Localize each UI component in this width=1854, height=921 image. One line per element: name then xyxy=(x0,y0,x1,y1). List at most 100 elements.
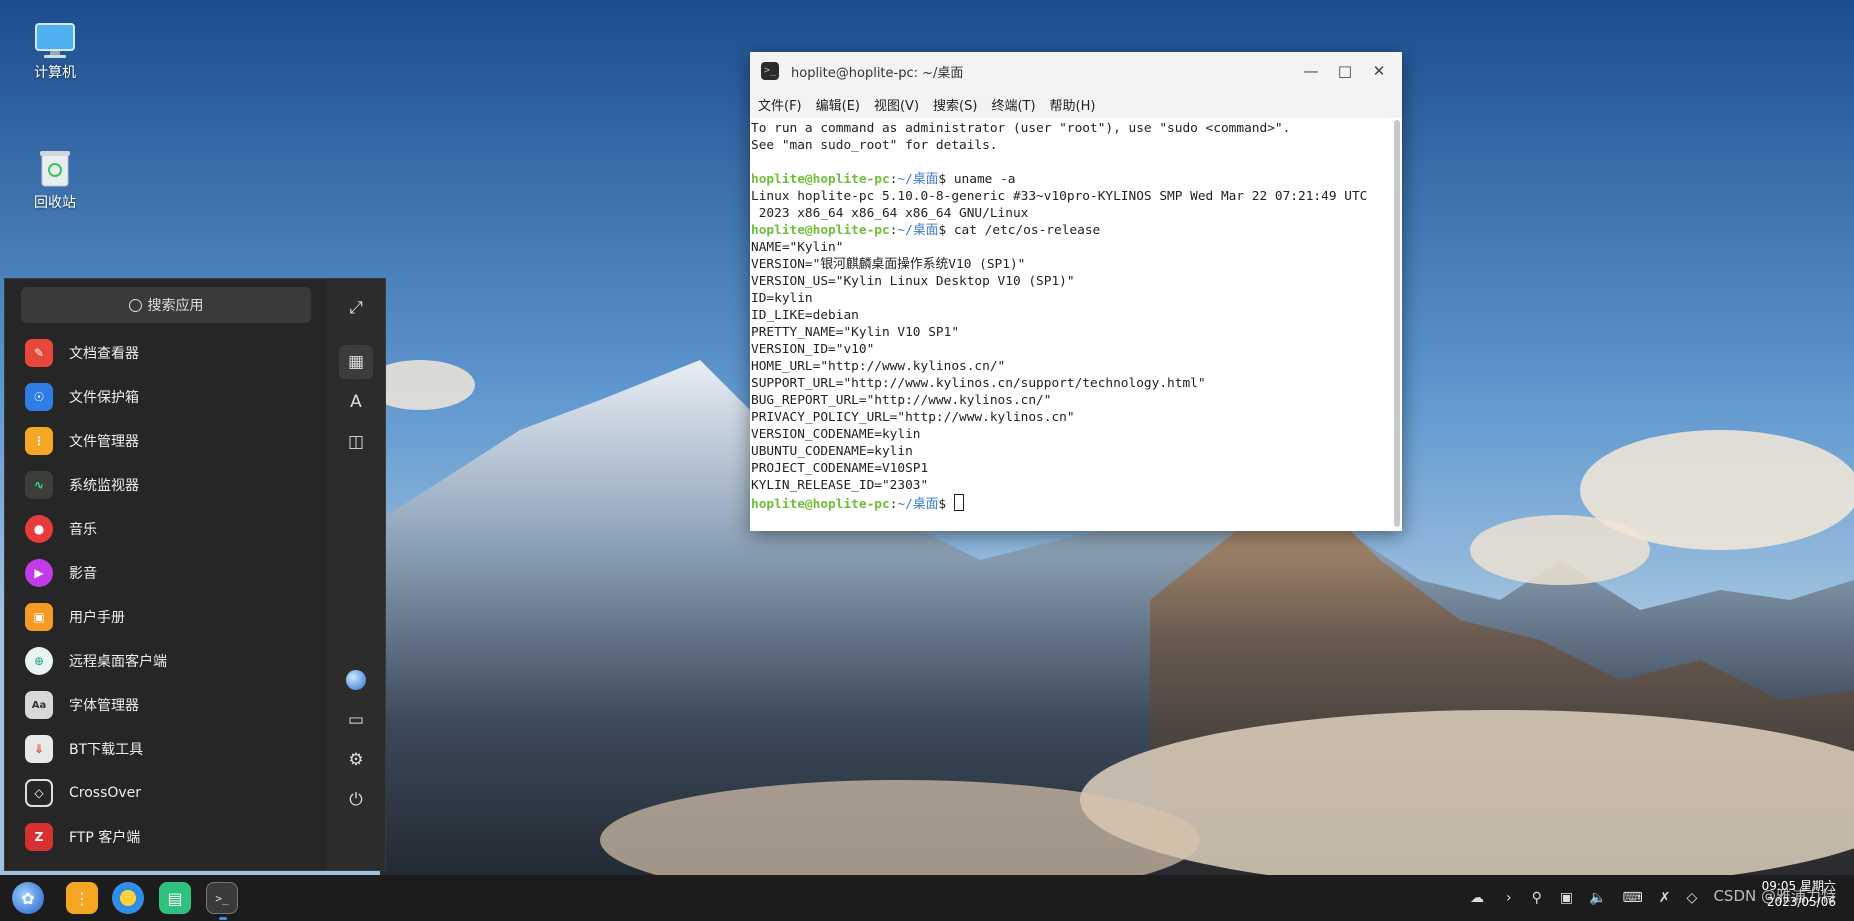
app-item-ftp-client[interactable]: Z FTP 客户端 xyxy=(5,815,327,859)
cloud-icon[interactable]: ☁ xyxy=(1470,890,1484,906)
start-menu-button[interactable]: ✿ xyxy=(12,882,44,914)
start-menu: 搜索应用 ✎ 文档查看器 ☉ 文件保护箱 ⋮ 文件管理器 ∿ 系统监视器 ● 音乐 ▶ 影音… xyxy=(4,278,386,871)
active-window-indicator xyxy=(219,917,227,920)
expand-icon[interactable]: ⤢ xyxy=(339,291,373,325)
all-apps-grid-icon[interactable]: ▦ xyxy=(339,345,373,379)
video-icon: ▶ xyxy=(25,559,53,587)
app-item-system-monitor[interactable]: ∿ 系统监视器 xyxy=(5,463,327,507)
prompt-line: hoplite@hoplite-pc:~/桌面$ uname -a xyxy=(751,172,1016,187)
app-item-font-manager[interactable]: Aa 字体管理器 xyxy=(5,683,327,727)
document-viewer-icon: ✎ xyxy=(25,339,53,367)
text-cursor xyxy=(953,494,964,511)
ftp-client-icon: Z xyxy=(25,823,53,851)
system-monitor-icon: ∿ xyxy=(25,471,53,499)
menu-terminal[interactable]: 终端(T) xyxy=(991,95,1035,114)
volume-icon[interactable]: 🔈 xyxy=(1589,890,1606,906)
settings-icon[interactable]: ⚙ xyxy=(339,743,373,777)
trash-icon xyxy=(37,148,73,187)
output-line: SUPPORT_URL="http://www.kylinos.cn/suppo… xyxy=(751,376,1206,391)
output-line: ID=kylin xyxy=(751,291,813,306)
music-icon: ● xyxy=(25,515,53,543)
close-icon[interactable]: ✕ xyxy=(1362,62,1396,80)
font-manager-icon: Aa xyxy=(25,691,53,719)
app-label: 音乐 xyxy=(69,522,97,538)
terminal-titlebar[interactable]: >_ hoplite@hoplite-pc: ~/桌面 — □ ✕ xyxy=(750,52,1402,90)
menu-search[interactable]: 搜索(S) xyxy=(933,95,977,114)
menu-edit[interactable]: 编辑(E) xyxy=(816,95,860,114)
watermark-text: CSDN @雅浦力特 xyxy=(1713,887,1836,905)
terminal-icon: >_ xyxy=(215,891,229,905)
menu-help[interactable]: 帮助(H) xyxy=(1050,95,1096,114)
minimize-icon[interactable]: — xyxy=(1294,62,1328,80)
output-line: HOME_URL="http://www.kylinos.cn/" xyxy=(751,359,1006,374)
desktop-icon-label: 计算机 xyxy=(34,65,76,81)
app-item-crossover[interactable]: ◇ CrossOver xyxy=(5,771,327,815)
app-label: 影音 xyxy=(69,566,97,582)
app-label: FTP 客户端 xyxy=(69,830,141,846)
file-manager-icon: ⋮ xyxy=(25,427,53,455)
file-safe-icon: ☉ xyxy=(25,383,53,411)
file-manager-icon: ⋮ xyxy=(74,888,90,908)
app-item-video[interactable]: ▶ 影音 xyxy=(5,551,327,595)
output-line: UBUNTU_CODENAME=kylin xyxy=(751,444,913,459)
output-line: PRETTY_NAME="Kylin V10 SP1" xyxy=(751,325,960,340)
taskbar-browser[interactable] xyxy=(112,882,144,914)
output-line: VERSION_CODENAME=kylin xyxy=(751,427,921,442)
notification-icon[interactable]: ▣ xyxy=(1560,890,1573,906)
desktop-icon-trash[interactable]: 回收站 xyxy=(10,148,100,212)
app-list-panel: 搜索应用 ✎ 文档查看器 ☉ 文件保护箱 ⋮ 文件管理器 ∿ 系统监视器 ● 音乐 ▶ 影音… xyxy=(5,279,327,870)
app-list: ✎ 文档查看器 ☉ 文件保护箱 ⋮ 文件管理器 ∿ 系统监视器 ● 音乐 ▶ 影音 ▣ 用户手… xyxy=(5,331,327,859)
prompt-path: ~/桌面 xyxy=(897,223,939,238)
output-line: VERSION_US="Kylin Linux Desktop V10 (SP1… xyxy=(751,274,1075,289)
output-line: PROJECT_CODENAME=V10SP1 xyxy=(751,461,929,476)
menu-view[interactable]: 视图(V) xyxy=(874,95,919,114)
remote-desktop-icon: ⊕ xyxy=(25,647,53,675)
search-icon[interactable]: ⚲ xyxy=(1532,890,1542,906)
app-item-user-manual[interactable]: ▣ 用户手册 xyxy=(5,595,327,639)
prompt-user: hoplite@hoplite-pc xyxy=(751,223,890,238)
app-search-input[interactable]: 搜索应用 xyxy=(21,287,311,323)
user-manual-icon: ▣ xyxy=(25,603,53,631)
category-sort-icon[interactable]: ◫ xyxy=(339,425,373,459)
app-item-remote-desktop[interactable]: ⊕ 远程桌面客户端 xyxy=(5,639,327,683)
app-item-music[interactable]: ● 音乐 xyxy=(5,507,327,551)
app-label: 文档查看器 xyxy=(69,346,139,362)
terminal-scrollbar[interactable] xyxy=(1394,120,1400,527)
taskbar-terminal[interactable]: >_ xyxy=(206,882,238,914)
output-line: 2023 x86_64 x86_64 x86_64 GNU/Linux xyxy=(751,206,1029,221)
terminal-output[interactable]: To run a command as administrator (user … xyxy=(750,120,1392,531)
user-avatar-icon[interactable] xyxy=(339,663,373,697)
network-icon[interactable]: ◇ xyxy=(1687,890,1698,906)
computer-icon xyxy=(34,22,76,58)
output-line: See "man sudo_root" for details. xyxy=(751,138,998,153)
terminal-menubar: 文件(F) 编辑(E) 视图(V) 搜索(S) 终端(T) 帮助(H) xyxy=(750,90,1402,118)
app-label: 用户手册 xyxy=(69,610,125,626)
power-icon[interactable]: ⏻ xyxy=(339,783,373,817)
keyboard-icon[interactable]: ⌨ xyxy=(1623,890,1643,906)
prompt-path: ~/桌面 xyxy=(897,497,939,512)
app-label: 系统监视器 xyxy=(69,478,139,494)
app-item-bt-download[interactable]: ⇓ BT下载工具 xyxy=(5,727,327,771)
taskbar-software-store[interactable]: ▤ xyxy=(159,882,191,914)
software-store-icon: ▤ xyxy=(167,888,183,908)
output-line: BUG_REPORT_URL="http://www.kylinos.cn/" xyxy=(751,393,1052,408)
computer-shortcut-icon[interactable]: ▭ xyxy=(339,703,373,737)
chevron-right-icon[interactable]: › xyxy=(1506,890,1512,906)
taskbar-file-manager[interactable]: ⋮ xyxy=(66,882,98,914)
alphabet-sort-icon[interactable]: A xyxy=(339,385,373,419)
app-item-document-viewer[interactable]: ✎ 文档查看器 xyxy=(5,331,327,375)
start-menu-sidebar: ⤢ ▦ A ◫ ▭ ⚙ ⏻ xyxy=(327,279,385,870)
output-line: To run a command as administrator (user … xyxy=(751,121,1291,136)
menu-file[interactable]: 文件(F) xyxy=(758,95,802,114)
bluetooth-off-icon[interactable]: ✗ xyxy=(1659,890,1671,906)
prompt-user: hoplite@hoplite-pc xyxy=(751,497,890,512)
prompt-user: hoplite@hoplite-pc xyxy=(751,172,890,187)
output-line: KYLIN_RELEASE_ID="2303" xyxy=(751,478,929,493)
terminal-window[interactable]: >_ hoplite@hoplite-pc: ~/桌面 — □ ✕ 文件(F) … xyxy=(750,52,1402,531)
command-text: uname -a xyxy=(953,172,1016,187)
app-item-file-manager[interactable]: ⋮ 文件管理器 xyxy=(5,419,327,463)
desktop-icon-computer[interactable]: 计算机 xyxy=(10,22,100,82)
maximize-icon[interactable]: □ xyxy=(1328,62,1362,80)
app-item-file-safe[interactable]: ☉ 文件保护箱 xyxy=(5,375,327,419)
output-line: ID_LIKE=debian xyxy=(751,308,859,323)
